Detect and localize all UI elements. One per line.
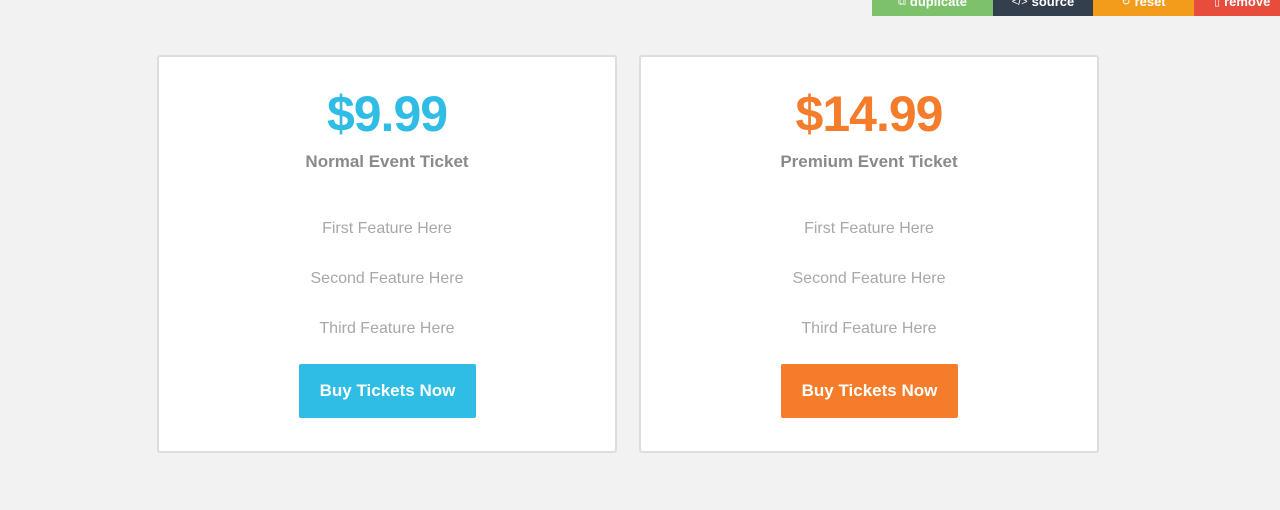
reset-label: reset <box>1134 0 1166 9</box>
duplicate-icon: ⧉ <box>898 0 906 8</box>
pricing-card-normal: $9.99 Normal Event Ticket First Feature … <box>157 55 617 453</box>
duplicate-button[interactable]: ⧉ duplicate <box>872 0 993 16</box>
pricing-card-premium: $14.99 Premium Event Ticket First Featur… <box>639 55 1099 453</box>
feature-item: Third Feature Here <box>801 320 937 337</box>
remove-label: remove <box>1224 0 1271 9</box>
feature-item: Second Feature Here <box>310 270 464 287</box>
duplicate-label: duplicate <box>909 0 967 9</box>
feature-item: First Feature Here <box>322 220 452 237</box>
feature-item: First Feature Here <box>804 220 934 237</box>
buy-tickets-button[interactable]: Buy Tickets Now <box>299 364 476 418</box>
reset-icon: ↻ <box>1121 0 1131 8</box>
source-button[interactable]: </> source <box>993 0 1093 16</box>
price: $9.99 <box>326 86 448 142</box>
reset-button[interactable]: ↻ reset <box>1093 0 1194 16</box>
feature-item: Third Feature Here <box>319 320 455 337</box>
ticket-name: Premium Event Ticket <box>780 152 958 171</box>
remove-button[interactable]: ▯ remove <box>1194 0 1280 16</box>
buy-tickets-button[interactable]: Buy Tickets Now <box>781 364 958 418</box>
block-toolbar: ⧉ duplicate </> source ↻ reset ▯ remove <box>872 0 1280 16</box>
feature-item: Second Feature Here <box>792 270 946 287</box>
trash-icon: ▯ <box>1214 0 1221 8</box>
ticket-name: Normal Event Ticket <box>305 152 469 171</box>
price: $14.99 <box>795 86 944 142</box>
code-icon: </> <box>1011 0 1028 8</box>
source-label: source <box>1031 0 1075 9</box>
